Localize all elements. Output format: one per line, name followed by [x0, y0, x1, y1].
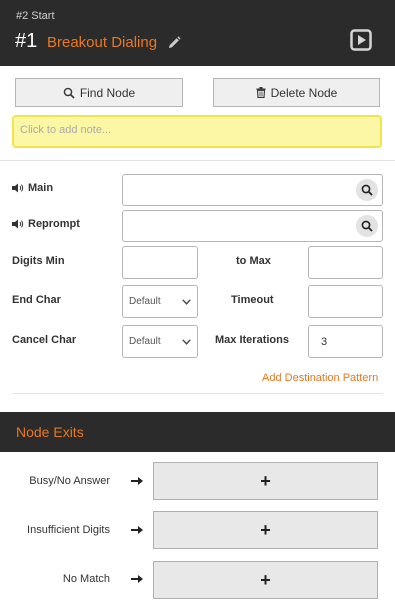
node-header: #2 Start #1 Breakout Dialing [0, 0, 395, 66]
reprompt-search-button[interactable] [356, 215, 378, 237]
arrow-right-icon [131, 526, 143, 534]
node-subtitle: #2 Start [16, 10, 55, 22]
node-exits-header: Node Exits [0, 412, 395, 452]
exit-label-no-match: No Match [62, 573, 110, 585]
main-prompt-label: Main [12, 182, 53, 194]
find-node-button[interactable]: Find Node [15, 78, 183, 107]
arrow-right-icon [131, 575, 143, 583]
node-number: #1 [15, 30, 38, 52]
main-prompt-input[interactable] [122, 174, 383, 206]
main-search-button[interactable] [356, 179, 378, 201]
max-iterations-input[interactable]: 3 [308, 325, 383, 358]
trash-icon [256, 87, 266, 98]
chevron-down-icon [182, 298, 191, 305]
exit-label-insufficient-digits: Insufficient Digits [27, 524, 110, 536]
pencil-icon[interactable] [167, 36, 181, 50]
reprompt-input[interactable] [122, 210, 383, 242]
search-icon [63, 87, 75, 99]
add-exit-busy-no-answer-button[interactable]: + [153, 462, 378, 500]
end-char-label: End Char [12, 294, 61, 306]
end-char-value: Default [129, 296, 161, 307]
search-icon [361, 184, 373, 196]
exit-label-busy-no-answer: Busy/No Answer [29, 475, 110, 487]
delete-node-label: Delete Node [270, 85, 338, 100]
digits-min-input[interactable] [122, 246, 198, 279]
play-icon[interactable] [350, 29, 372, 51]
find-node-label: Find Node [79, 85, 136, 100]
add-exit-no-match-button[interactable]: + [153, 561, 378, 599]
cancel-char-select[interactable]: Default [122, 325, 198, 358]
speaker-icon [12, 183, 24, 193]
cancel-char-value: Default [129, 336, 161, 347]
end-char-select[interactable]: Default [122, 285, 198, 318]
search-icon [361, 220, 373, 232]
cancel-char-label: Cancel Char [12, 334, 77, 346]
delete-node-button[interactable]: Delete Node [213, 78, 380, 107]
digits-min-label: Digits Min [12, 255, 65, 267]
digits-max-input[interactable] [308, 246, 383, 279]
timeout-label: Timeout [231, 294, 274, 306]
max-iterations-label: Max Iterations [215, 334, 289, 346]
to-max-label: to Max [236, 255, 271, 267]
chevron-down-icon [182, 338, 191, 345]
note-field[interactable]: Click to add note... [12, 115, 382, 148]
divider [12, 393, 383, 394]
main-label-text: Main [28, 182, 54, 194]
reprompt-label: Reprompt [12, 218, 80, 230]
timeout-input[interactable] [308, 285, 383, 318]
speaker-icon [12, 219, 24, 229]
node-name[interactable]: Breakout Dialing [47, 34, 157, 51]
reprompt-label-text: Reprompt [28, 218, 80, 230]
arrow-right-icon [131, 477, 143, 485]
node-exits-title: Node Exits [16, 424, 84, 440]
add-destination-pattern-link[interactable]: Add Destination Pattern [262, 372, 378, 384]
divider [0, 160, 395, 161]
add-exit-insufficient-digits-button[interactable]: + [153, 511, 378, 549]
